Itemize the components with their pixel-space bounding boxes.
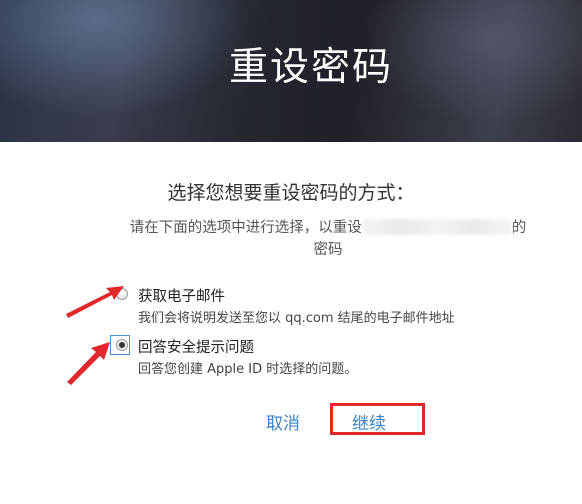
header-banner: 重设密码 [0,0,582,142]
security-radio[interactable] [116,339,128,351]
continue-button[interactable]: 继续 [352,409,386,434]
section-heading: 选择您想要重设密码的方式： [167,182,415,204]
option-email-label[interactable]: 获取电子邮件 [138,285,225,306]
option-security-description: 回答您创建 Apple ID 时选择的问题。 [138,362,358,377]
page-title: 重设密码 [228,45,393,90]
instructions-prefix: 请在下面的选项中进行选择，以重设 [129,220,362,236]
annotation-arrow-icon [67,342,110,385]
instructions-line2: 密码 [313,242,343,258]
instructions-suffix: 的 [511,220,527,236]
annotation-arrow-icon [66,286,124,318]
redacted-apple-id [361,219,512,235]
instructions-text: 请在下面的选项中进行选择，以重设 的 密码 [93,217,563,261]
option-email-description: 我们会将说明发送至您以 qq.com 结尾的电子邮件地址 [138,311,455,326]
cancel-button[interactable]: 取消 [266,409,300,434]
option-security-label[interactable]: 回答安全提示问题 [138,336,254,357]
